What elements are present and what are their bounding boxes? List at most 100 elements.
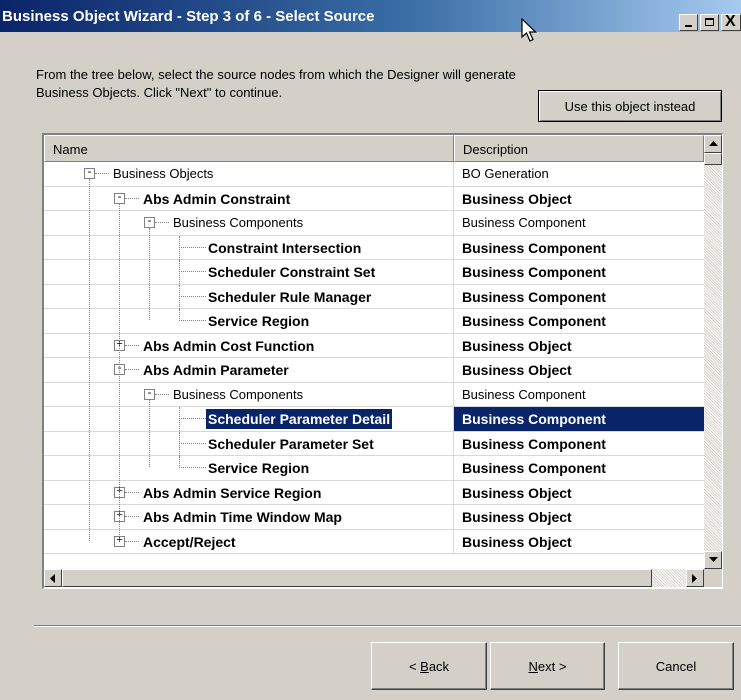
tree-row-label: Service Region: [208, 460, 310, 476]
tree-row-name-cell[interactable]: - Abs Admin Parameter: [44, 358, 454, 382]
tree-row-name-cell[interactable]: Service Region: [44, 456, 454, 480]
tree-row-description: Business Component: [462, 435, 606, 452]
tree-row-label: Abs Admin Parameter: [143, 362, 289, 378]
tree-row[interactable]: Scheduler Rule Manager Business Component: [44, 284, 704, 309]
tree-row-name-cell[interactable]: + Abs Admin Cost Function: [44, 333, 454, 358]
column-header-description[interactable]: Description: [454, 135, 704, 162]
scroll-left-button[interactable]: [44, 569, 62, 587]
tree-row-label: Scheduler Parameter Detail: [206, 409, 393, 429]
collapse-node-icon[interactable]: -: [114, 192, 125, 204]
tree-connector: [179, 320, 206, 322]
tree-row-description: BO Generation: [462, 166, 549, 181]
tree-row[interactable]: Service Region Business Component: [44, 456, 704, 481]
collapse-node-icon[interactable]: -: [144, 388, 155, 400]
tree-row-name-cell[interactable]: - Abs Admin Constraint: [44, 186, 454, 211]
tree-row-label: Scheduler Constraint Set: [208, 264, 376, 280]
tree-row-name-cell[interactable]: Scheduler Parameter Set: [44, 431, 454, 456]
tree-connector: [179, 246, 206, 249]
collapse-node-icon[interactable]: -: [144, 217, 155, 228]
tree-row-name-cell[interactable]: - Business Components: [44, 382, 454, 407]
tree-connector: [179, 271, 206, 273]
tree-row-description: Business Component: [462, 313, 606, 329]
vertical-scrollbar[interactable]: [704, 135, 722, 569]
tree-row[interactable]: - Business Objects BO Generation: [44, 162, 704, 187]
arrow-up-icon: [708, 141, 718, 146]
tree-row[interactable]: Constraint Intersection Business Componen…: [44, 235, 704, 260]
tree-row-label: Business Components: [173, 386, 304, 402]
back-button[interactable]: < Back: [371, 642, 487, 690]
tree-row[interactable]: + Abs Admin Time Window Map Business Objec…: [44, 505, 704, 530]
maximize-icon: [705, 18, 714, 26]
column-header-name[interactable]: Name: [44, 135, 454, 162]
tree-guide-line: [119, 203, 120, 541]
collapse-node-icon[interactable]: -: [84, 168, 95, 179]
window-title: Business Object Wizard - Step 3 of 6 - S…: [2, 7, 375, 25]
tree-row-description: Business Component: [462, 460, 606, 476]
source-tree-grid[interactable]: Name Description - Business Objects BO Gen…: [42, 133, 723, 589]
tree-row-description: Business Object: [462, 509, 572, 525]
tree-connector: [125, 197, 139, 200]
tree-row[interactable]: Scheduler Constraint Set Business Compone…: [44, 260, 704, 285]
tree-row[interactable]: + Abs Admin Service Region Business Object: [44, 480, 704, 505]
scroll-right-button[interactable]: [686, 569, 704, 587]
use-this-object-instead-button[interactable]: Use this object instead: [538, 90, 722, 122]
tree-row-label: Service Region: [208, 313, 310, 329]
next-button-label: ext >: [537, 658, 567, 674]
tree-row[interactable]: - Business Components Business Component: [44, 382, 704, 407]
tree-row-description: Business Object: [462, 337, 572, 354]
tree-row-description: Business Object: [462, 190, 572, 207]
vertical-scroll-thumb[interactable]: [704, 153, 722, 165]
tree-row-name-cell[interactable]: + Abs Admin Time Window Map: [44, 505, 454, 529]
tree-row[interactable]: + Accept/Reject Business Object: [44, 529, 704, 554]
tree-row-name-cell[interactable]: Scheduler Rule Manager: [44, 284, 454, 309]
tree-row-name-cell[interactable]: + Abs Admin Service Region: [44, 480, 454, 505]
tree-row-name-cell[interactable]: + Accept/Reject: [44, 529, 454, 554]
tree-row[interactable]: Service Region Business Component: [44, 309, 704, 334]
tree-row-description: Business Component: [462, 239, 606, 256]
tree-row-name-cell[interactable]: Scheduler Constraint Set: [44, 260, 454, 284]
maximize-button[interactable]: [700, 14, 719, 31]
tree-connector: [125, 369, 139, 371]
tree-row-description: Business Component: [462, 215, 586, 230]
tree-row-label: Abs Admin Time Window Map: [143, 509, 342, 525]
tree-connector: [125, 540, 139, 543]
tree-connector: [125, 516, 139, 518]
tree-row[interactable]: Scheduler Parameter Detail Business Compo…: [44, 407, 704, 432]
tree-row[interactable]: - Abs Admin Constraint Business Object: [44, 186, 704, 211]
tree-connector: [155, 393, 169, 396]
scroll-down-button[interactable]: [704, 551, 722, 569]
tree-row-label: Business Components: [173, 215, 304, 230]
tree-row-name-cell[interactable]: Scheduler Parameter Detail: [44, 407, 454, 431]
back-button-mnemonic: B: [420, 658, 429, 674]
scroll-up-button[interactable]: [704, 135, 722, 153]
tree-row-description: Business Component: [454, 407, 704, 431]
horizontal-scrollbar[interactable]: [44, 569, 704, 587]
arrow-down-icon: [708, 557, 718, 562]
tree-row-description: Business Component: [462, 288, 606, 305]
tree-connector: [95, 173, 109, 175]
tree-row[interactable]: + Abs Admin Cost Function Business Object: [44, 333, 704, 358]
tree-connector: [155, 222, 169, 224]
tree-row-name-cell[interactable]: Service Region: [44, 309, 454, 333]
tree-row-name-cell[interactable]: - Business Objects: [44, 162, 454, 186]
title-bar[interactable]: Business Object Wizard - Step 3 of 6 - S…: [0, 0, 741, 32]
tree-guide-line: [149, 399, 150, 467]
tree-row-name-cell[interactable]: Constraint Intersection: [44, 235, 454, 260]
horizontal-scroll-thumb[interactable]: [62, 569, 652, 587]
tree-row-name-cell[interactable]: - Business Components: [44, 211, 454, 235]
tree-row[interactable]: Scheduler Parameter Set Business Componen…: [44, 431, 704, 456]
cancel-button[interactable]: Cancel: [618, 642, 734, 690]
scrollbar-corner: [704, 569, 722, 587]
arrow-left-icon: [50, 573, 55, 583]
next-button[interactable]: Next >: [490, 642, 605, 690]
minimize-button[interactable]: [679, 14, 698, 31]
tree-rows: - Business Objects BO Generation - Abs Admin…: [44, 162, 704, 554]
close-button[interactable]: X: [721, 13, 741, 31]
tree-row[interactable]: - Abs Admin Parameter Business Object: [44, 358, 704, 383]
tree-row-label: Scheduler Parameter Set: [208, 435, 374, 452]
tree-row-description: Business Object: [462, 484, 572, 501]
grid-header: Name Description: [44, 135, 704, 162]
tree-row[interactable]: - Business Components Business Component: [44, 211, 704, 236]
tree-row-label: Abs Admin Service Region: [143, 484, 322, 501]
tree-connector: [179, 295, 206, 298]
